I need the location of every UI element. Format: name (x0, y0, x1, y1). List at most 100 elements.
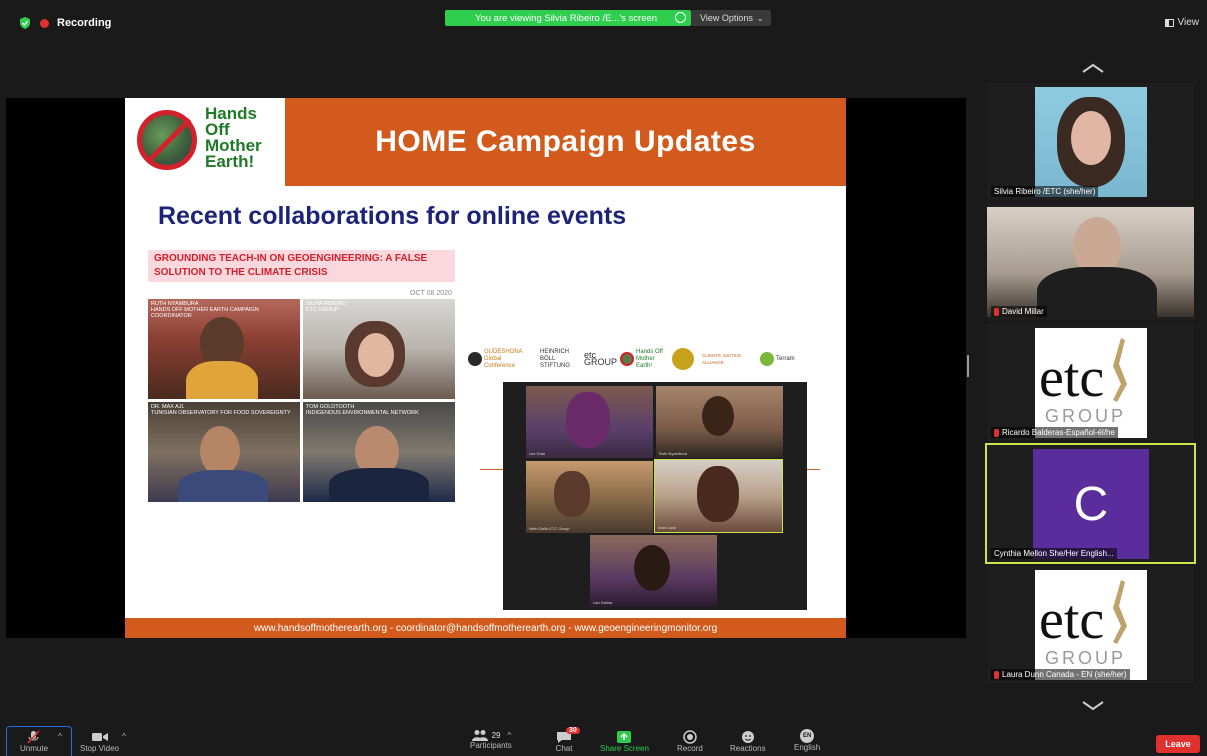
teach-in-grid: RUTH NYAMBURA Hands Off Mother Earth Camp… (148, 299, 455, 502)
collab-tile-name: Ruth Nyambura (659, 451, 688, 456)
participant-name: Cynthia Mellon She/Her English... (994, 549, 1114, 558)
slide-header: HOME Campaign Updates (285, 98, 846, 186)
tile-role: Tunisian Observatory for Food Sovereignt… (151, 410, 291, 416)
sponsor-logo: CLIMATE JUSTICE ALLIANCE (702, 353, 742, 365)
event-date: OCT 08 2020 (410, 290, 452, 297)
muted-mic-icon (994, 670, 999, 679)
stop-video-label: Stop Video (80, 744, 119, 753)
person-body (1037, 267, 1157, 317)
sponsor-emblem-icon (672, 348, 694, 370)
muted-mic-icon (994, 428, 999, 437)
chevron-down-icon[interactable] (1081, 700, 1105, 712)
unmute-button[interactable]: Unmute (20, 726, 48, 756)
sponsor-logo: etc GROUP (584, 350, 618, 367)
collaboration-screenshot: Lim Chai Ruth Nyambura Neth Daño ETC Gro… (503, 382, 807, 610)
collab-tile-active: Ana Lucia (654, 459, 783, 533)
gudeshona-icon (468, 352, 482, 366)
teach-in-tile: TOM GOLDTOOTH Indigenous Environmental Ne… (303, 402, 455, 502)
share-screen-button[interactable]: Share Screen (600, 726, 649, 756)
share-screen-label: Share Screen (600, 744, 649, 753)
collab-tile-name: Ana Lucia (658, 525, 676, 530)
participant-tile[interactable]: Silvia Ribeiro /ETC (she/her) (987, 83, 1194, 200)
collab-tile: Lan Gelina (590, 535, 717, 607)
view-options-label: View Options (700, 13, 753, 23)
muted-mic-icon (994, 307, 999, 316)
participant-video (1035, 87, 1147, 197)
muted-mic-icon (27, 730, 40, 744)
chevron-up-icon[interactable] (1081, 62, 1105, 74)
logo-text: Hands Off Mother Earth! (205, 104, 262, 171)
slide-title: HOME Campaign Updates (375, 125, 756, 158)
person-body (329, 468, 429, 502)
participant-name: Ricardo Balderas-Español-él/he (1002, 428, 1115, 437)
meeting-toolbar: Unmute ^ Stop Video ^ 29 ^ Participants … (0, 726, 1207, 756)
person-photo (697, 466, 739, 522)
participant-avatar: etc GROUP (1035, 328, 1147, 438)
share-screen-icon (617, 731, 632, 743)
tile-role: ETC Group (306, 307, 339, 313)
sponsor-logos: GUDESHONA Global Conference HEINRICH BÖL… (468, 342, 846, 376)
smiley-icon (741, 731, 754, 743)
person-body (186, 361, 258, 399)
participants-button[interactable]: 29 ^ Participants (470, 726, 512, 756)
collab-tile: Ruth Nyambura (656, 386, 783, 458)
participants-icon (471, 730, 488, 741)
chevron-up-icon[interactable]: ^ (507, 731, 511, 740)
unmute-label: Unmute (20, 744, 49, 753)
language-interpretation-button[interactable]: EN English (794, 726, 820, 756)
tile-role: Indigenous Environmental Network (306, 410, 419, 416)
event-title: GROUNDING TEACH-IN ON GEOENGINEERING: A … (148, 250, 455, 282)
participants-count: 29 (491, 730, 501, 740)
teach-in-tile: RUTH NYAMBURA Hands Off Mother Earth Camp… (148, 299, 300, 399)
participant-tile[interactable]: etc GROUP Ricardo Balderas-Español-él/he (987, 324, 1194, 441)
sponsor-logo (672, 348, 694, 370)
zoom-window: Recording You are viewing Silvia Ribeiro… (0, 0, 1207, 756)
view-options-button[interactable]: View Options ⌄ (691, 10, 771, 26)
share-status-icon[interactable] (675, 12, 686, 23)
participant-tile[interactable]: etc GROUP Laura Dunn Canada - EN (she/he… (987, 566, 1194, 683)
screen-share-banner: You are viewing Silvia Ribeiro /E...'s s… (445, 10, 691, 26)
terram-icon (760, 352, 774, 366)
video-camera-icon (91, 733, 108, 741)
share-banner-text: You are viewing Silvia Ribeiro /E...'s s… (475, 12, 658, 24)
participant-tile-active-speaker[interactable]: C Cynthia Mellon She/Her English... (985, 443, 1196, 564)
collab-tile: Neth Daño ETC Group (526, 461, 653, 533)
participant-video (987, 207, 1194, 317)
participant-name: David Millar (1002, 307, 1044, 316)
no-earth-icon (620, 352, 634, 366)
etc-logo-word: etc (1039, 589, 1105, 651)
chevron-up-icon[interactable]: ^ (58, 732, 62, 741)
no-earth-logo-icon (137, 110, 197, 170)
stop-video-button[interactable]: Stop Video (80, 726, 119, 756)
participant-tile[interactable]: David Millar (987, 203, 1194, 320)
sponsor-logo: HEINRICH BÖLL STIFTUNG (540, 348, 570, 369)
sponsor-logo: GUDESHONA Global Conference (468, 349, 532, 370)
etc-logo-word: etc (1039, 347, 1105, 409)
reactions-button[interactable]: Reactions (730, 726, 766, 756)
panel-resize-handle[interactable] (967, 355, 969, 377)
tile-role: Hands Off Mother Earth Campaign Coordina… (151, 307, 259, 319)
participant-avatar: C (1033, 449, 1149, 559)
chevron-up-icon[interactable]: ^ (122, 732, 126, 741)
person-photo (358, 333, 394, 377)
teach-in-tile: DR. MAX AJL Tunisian Observatory for Food… (148, 402, 300, 502)
person-photo (566, 392, 610, 448)
collab-tile-name: Lan Gelina (593, 600, 613, 605)
view-button[interactable]: View (1164, 17, 1200, 28)
english-label: English (794, 743, 821, 752)
participant-name: Silvia Ribeiro /ETC (she/her) (994, 187, 1096, 196)
record-button[interactable]: Record (677, 726, 703, 756)
person-photo (702, 396, 734, 436)
leave-button[interactable]: Leave (1156, 735, 1200, 753)
collab-tile-name: Neth Daño ETC Group (529, 526, 570, 531)
view-label: View (1177, 17, 1200, 28)
sponsor-logo: Hands Off Mother Earth! (620, 349, 664, 370)
shield-icon (20, 17, 30, 29)
etc-figure-icon (1113, 580, 1127, 644)
recording-indicator[interactable]: Recording (18, 16, 111, 30)
etc-figure-icon (1113, 338, 1127, 402)
collab-tile: Lim Chai (526, 386, 653, 458)
chat-unread-badge: 30 (566, 727, 580, 734)
recording-label: Recording (57, 17, 112, 29)
slide-subtitle: Recent collaborations for online events (158, 202, 627, 230)
